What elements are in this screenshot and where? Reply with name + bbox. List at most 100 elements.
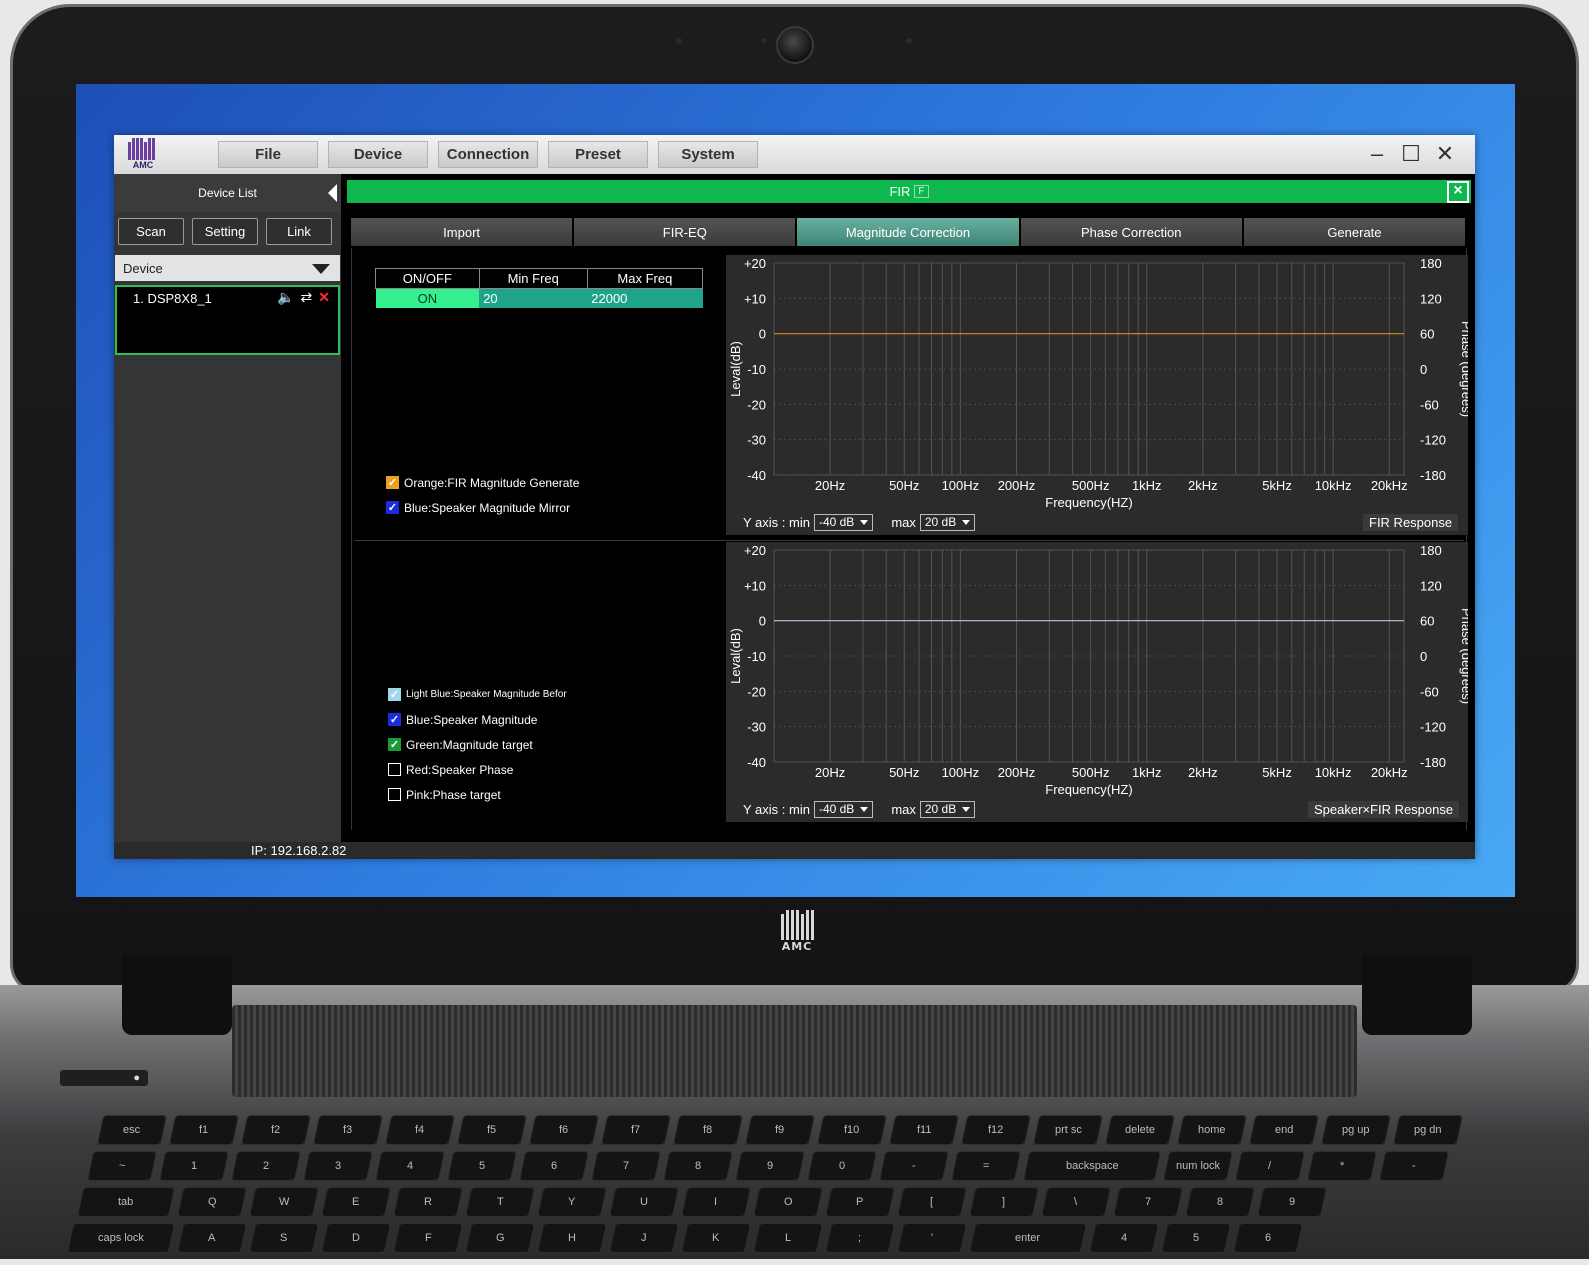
key[interactable]: D (320, 1223, 392, 1253)
menu-connection[interactable]: Connection (438, 141, 538, 168)
setting-button[interactable]: Setting (192, 218, 258, 245)
y-max-select[interactable]: 20 dB (919, 801, 976, 818)
key[interactable]: f5 (456, 1115, 528, 1145)
key[interactable]: f12 (960, 1115, 1032, 1145)
checkbox[interactable]: ✓ (388, 713, 401, 726)
key[interactable]: P (824, 1187, 896, 1217)
key[interactable]: tab (76, 1187, 176, 1217)
key[interactable]: num lock (1162, 1151, 1234, 1181)
key[interactable]: / (1234, 1151, 1306, 1181)
key[interactable]: 1 (158, 1151, 230, 1181)
key[interactable]: 2 (230, 1151, 302, 1181)
key[interactable]: Q (176, 1187, 248, 1217)
key[interactable]: f10 (816, 1115, 888, 1145)
key[interactable]: K (680, 1223, 752, 1253)
key[interactable]: F (392, 1223, 464, 1253)
speaker-icon[interactable]: 🔈 (277, 289, 294, 306)
key[interactable]: = (950, 1151, 1022, 1181)
key[interactable]: \ (1040, 1187, 1112, 1217)
key[interactable]: f3 (312, 1115, 384, 1145)
key[interactable]: esc (96, 1115, 168, 1145)
key[interactable]: ' (896, 1223, 968, 1253)
key[interactable]: I (680, 1187, 752, 1217)
key[interactable]: f6 (528, 1115, 600, 1145)
key[interactable]: backspace (1022, 1151, 1162, 1181)
key[interactable]: 4 (374, 1151, 446, 1181)
key[interactable]: prt sc (1032, 1115, 1104, 1145)
tab-magnitude-correction[interactable]: Magnitude Correction (797, 218, 1019, 246)
key[interactable]: S (248, 1223, 320, 1253)
key[interactable]: * (1306, 1151, 1378, 1181)
key[interactable]: 3 (302, 1151, 374, 1181)
checkbox[interactable] (388, 763, 401, 776)
key[interactable]: A (176, 1223, 248, 1253)
maximize-icon[interactable]: ☐ (1401, 141, 1421, 167)
key[interactable]: Y (536, 1187, 608, 1217)
key[interactable]: 8 (1184, 1187, 1256, 1217)
key[interactable]: f11 (888, 1115, 960, 1145)
key[interactable]: L (752, 1223, 824, 1253)
tab-phase-correction[interactable]: Phase Correction (1020, 218, 1242, 246)
fir-close-icon[interactable]: × (1447, 181, 1469, 203)
key[interactable]: - (878, 1151, 950, 1181)
key[interactable]: 7 (590, 1151, 662, 1181)
key[interactable]: f4 (384, 1115, 456, 1145)
min-freq-cell[interactable]: 20 (479, 288, 588, 308)
key[interactable]: pg dn (1392, 1115, 1464, 1145)
key[interactable]: J (608, 1223, 680, 1253)
power-button[interactable]: ● (60, 1070, 148, 1086)
key[interactable]: 9 (1256, 1187, 1328, 1217)
checkbox[interactable]: ✓ (386, 476, 399, 489)
key[interactable]: H (536, 1223, 608, 1253)
key[interactable]: 9 (734, 1151, 806, 1181)
key[interactable]: 4 (1088, 1223, 1160, 1253)
tab-fir-eq[interactable]: FIR-EQ (574, 218, 796, 246)
key[interactable]: f7 (600, 1115, 672, 1145)
collapse-arrow-icon[interactable] (328, 184, 337, 202)
menu-system[interactable]: System (658, 141, 758, 168)
checkbox[interactable] (388, 788, 401, 801)
menu-preset[interactable]: Preset (548, 141, 648, 168)
fir-response-button[interactable]: FIR Response (1363, 514, 1459, 531)
key[interactable]: - (1378, 1151, 1450, 1181)
key[interactable]: 7 (1112, 1187, 1184, 1217)
minimize-icon[interactable]: – (1367, 141, 1387, 167)
key[interactable]: f1 (168, 1115, 240, 1145)
y-max-select[interactable]: 20 dB (919, 514, 976, 531)
key[interactable]: 5 (1160, 1223, 1232, 1253)
close-icon[interactable]: ✕ (1435, 141, 1455, 167)
key[interactable]: 5 (446, 1151, 518, 1181)
key[interactable]: f8 (672, 1115, 744, 1145)
key[interactable]: enter (968, 1223, 1088, 1253)
on-off-cell[interactable]: ON (375, 288, 480, 308)
key[interactable]: ~ (86, 1151, 158, 1181)
key[interactable]: pg up (1320, 1115, 1392, 1145)
checkbox[interactable]: ✓ (386, 501, 399, 514)
key[interactable]: W (248, 1187, 320, 1217)
key[interactable]: delete (1104, 1115, 1176, 1145)
key[interactable]: T (464, 1187, 536, 1217)
y-min-select[interactable]: -40 dB (813, 801, 874, 818)
key[interactable]: 6 (518, 1151, 590, 1181)
y-min-select[interactable]: -40 dB (813, 514, 874, 531)
key[interactable]: 8 (662, 1151, 734, 1181)
key[interactable]: f9 (744, 1115, 816, 1145)
key[interactable]: ] (968, 1187, 1040, 1217)
menu-device[interactable]: Device (328, 141, 428, 168)
key[interactable]: caps lock (66, 1223, 176, 1253)
key[interactable]: home (1176, 1115, 1248, 1145)
key[interactable]: G (464, 1223, 536, 1253)
key[interactable]: 6 (1232, 1223, 1304, 1253)
key[interactable]: U (608, 1187, 680, 1217)
key[interactable]: end (1248, 1115, 1320, 1145)
max-freq-cell[interactable]: 22000 (587, 288, 703, 308)
key[interactable]: R (392, 1187, 464, 1217)
menu-file[interactable]: File (218, 141, 318, 168)
key[interactable]: O (752, 1187, 824, 1217)
key[interactable]: [ (896, 1187, 968, 1217)
sync-icon[interactable]: ⇄ (301, 289, 313, 306)
scan-button[interactable]: Scan (118, 218, 184, 245)
key[interactable]: 0 (806, 1151, 878, 1181)
key[interactable]: f2 (240, 1115, 312, 1145)
tab-generate[interactable]: Generate (1243, 218, 1466, 246)
